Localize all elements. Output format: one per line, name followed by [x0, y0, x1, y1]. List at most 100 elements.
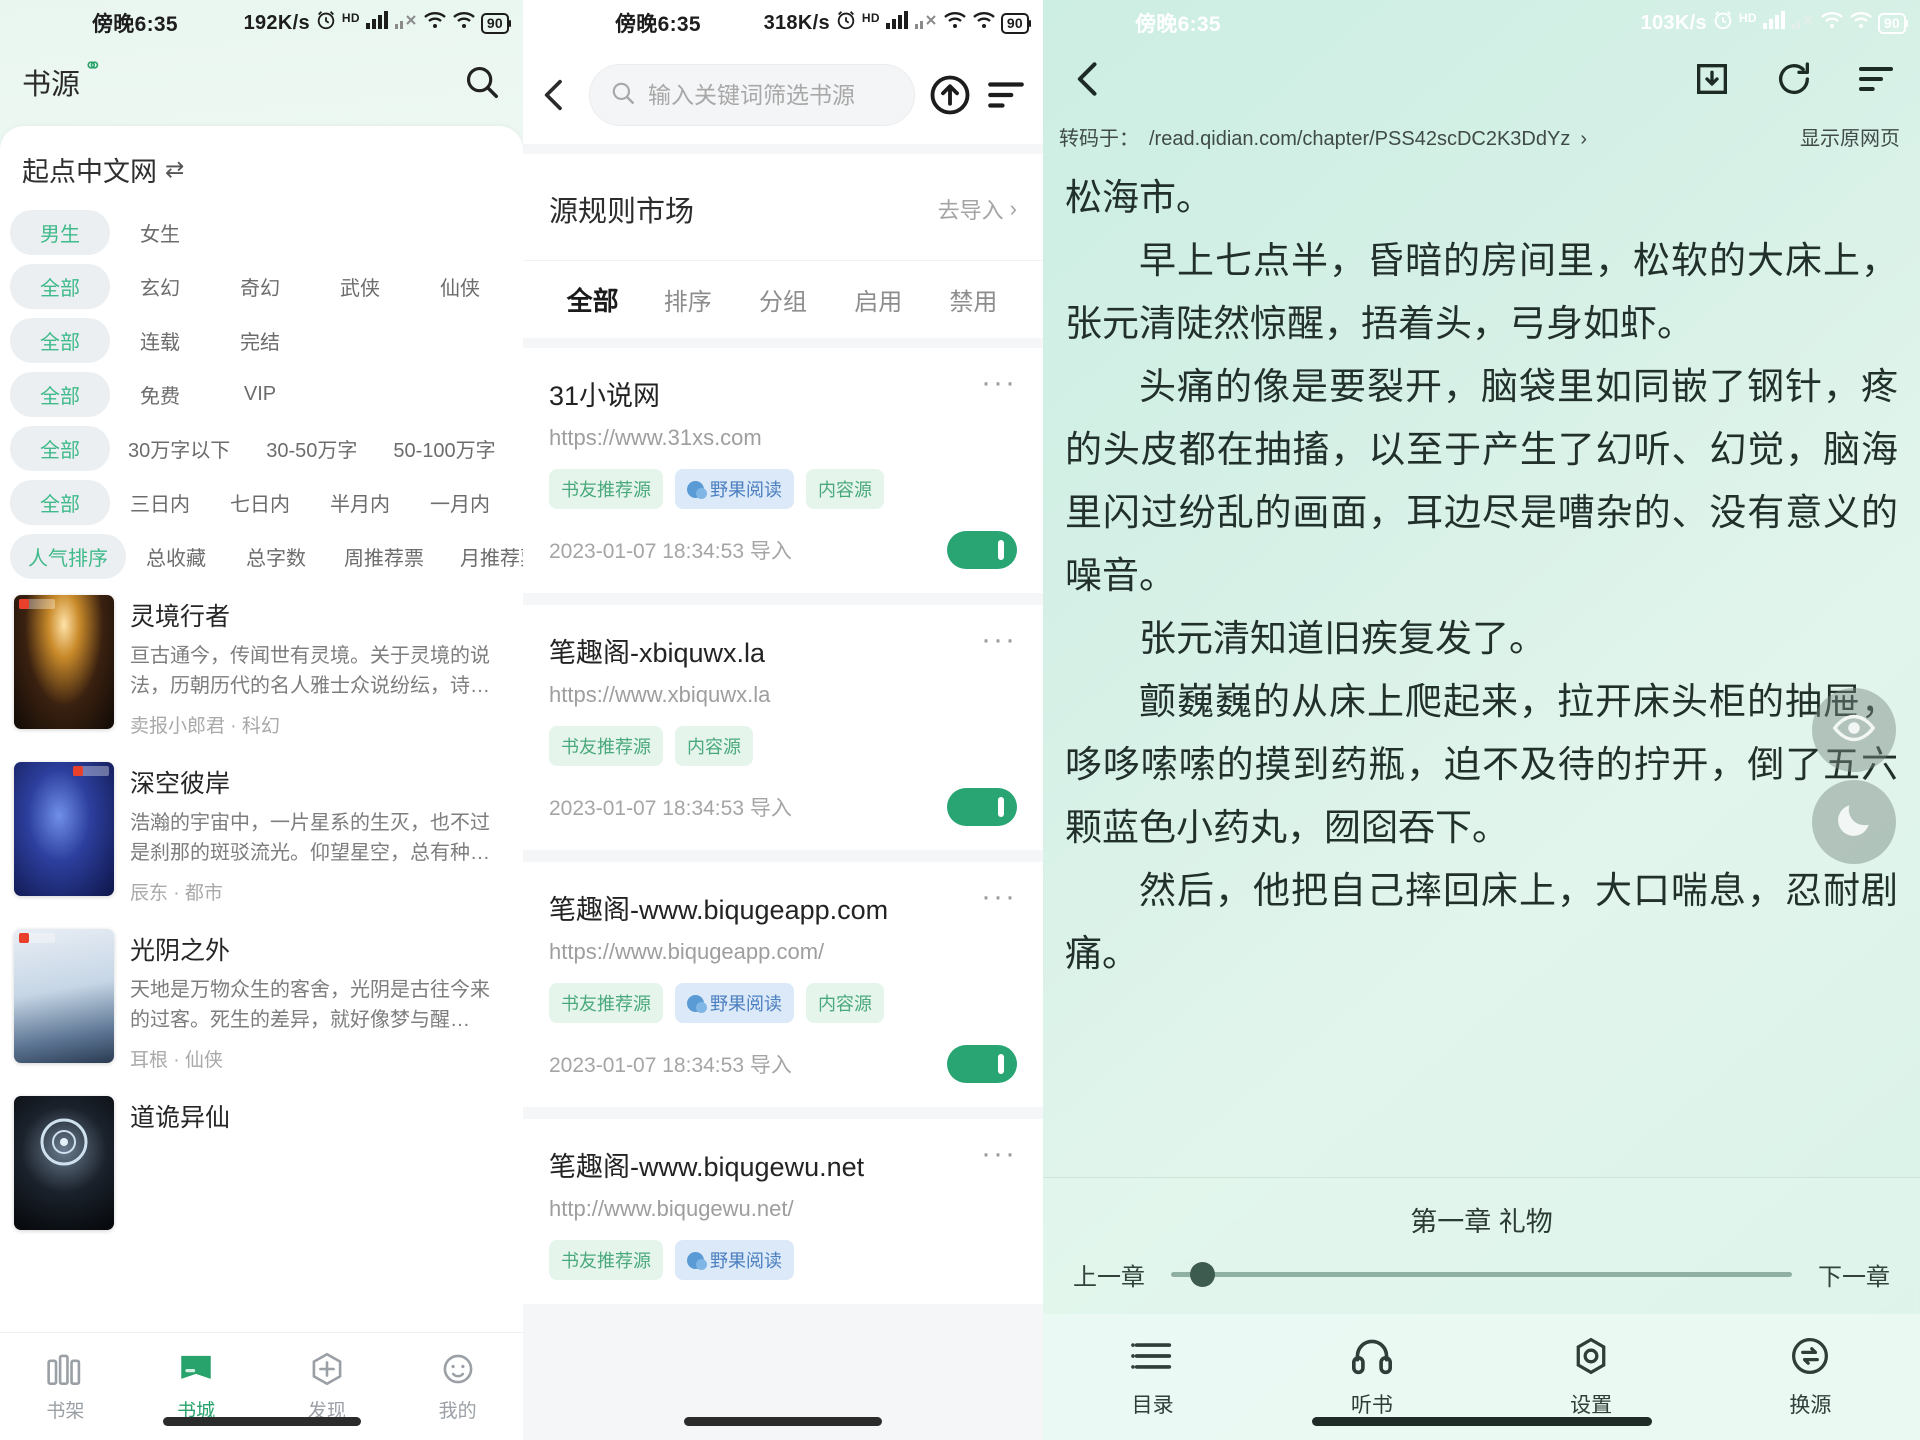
import-date: 2023-01-07 18:34:53 导入	[549, 1054, 792, 1077]
page-title: 书源 ⚭	[22, 53, 103, 101]
paragraph: 然后，他把自己摔回床上，大口喘息，忍耐剧痛。	[1065, 871, 1898, 975]
tab-group[interactable]: 分组	[735, 282, 830, 317]
list-item[interactable]: 道诡异仙	[0, 1084, 523, 1242]
book-category: 仙侠	[184, 1050, 223, 1071]
tab-enabled[interactable]: 启用	[831, 282, 926, 317]
filter-chip[interactable]: 女生	[110, 210, 210, 255]
list-item[interactable]: 笔趣阁-www.biqugeapp.com ··· https://www.bi…	[523, 862, 1043, 1107]
current-source-selector[interactable]: 起点中文网 ⇄	[0, 126, 523, 205]
download-icon[interactable]	[1692, 59, 1732, 104]
filter-chip[interactable]: 总字数	[226, 534, 326, 579]
book-meta: 辰东 · 都市	[130, 883, 223, 904]
search-toolbar	[523, 46, 1043, 144]
filter-chip[interactable]: 玄幻	[110, 264, 210, 309]
sort-menu-icon[interactable]	[985, 74, 1027, 116]
book-meta: 耳根 · 仙侠	[130, 1050, 223, 1071]
alarm-icon	[835, 9, 857, 37]
prev-chapter-button[interactable]: 上一章	[1073, 1257, 1145, 1292]
paragraph: 头痛的像是要裂开，脑袋里如同嵌了钢针，疼的头皮都在抽搐，以至于产生了幻听、幻觉，…	[1065, 367, 1898, 597]
list-item[interactable]: 灵境行者 亘古通今，传闻世有灵境。关于灵境的说法，历朝历代的名人雅士众说纷纭，诗…	[0, 583, 523, 750]
list-item[interactable]: 笔趣阁-xbiquwx.la ··· https://www.xbiquwx.l…	[523, 605, 1043, 850]
upload-circle-icon[interactable]	[929, 74, 971, 116]
enable-toggle[interactable]	[947, 1045, 1017, 1083]
filter-chip[interactable]: 50-100万字	[375, 426, 513, 471]
toc-button[interactable]: 目录	[1043, 1336, 1262, 1419]
list-item[interactable]: 31小说网 ··· https://www.31xs.com 书友推荐源 野果阅…	[523, 348, 1043, 593]
sort-menu-icon[interactable]	[1856, 59, 1896, 104]
hd-icon: HD	[861, 11, 880, 25]
more-dots-icon[interactable]: ···	[981, 882, 1017, 912]
sidebar-item-bookstore[interactable]: 书城	[131, 1351, 262, 1423]
search-icon	[610, 80, 636, 111]
slider-thumb[interactable]	[1189, 1262, 1215, 1287]
transcode-url: /read.qidian.com/chapter/PSS42scDC2K3DdY…	[1149, 128, 1571, 150]
tab-sort[interactable]: 排序	[640, 282, 735, 317]
filter-chip[interactable]: VIP	[210, 375, 310, 414]
go-import-button[interactable]: 去导入 ›	[938, 193, 1017, 225]
filter-chip[interactable]: 武侠	[310, 264, 410, 309]
swap-source-icon[interactable]: ⇄	[165, 156, 184, 183]
eye-protect-button[interactable]	[1812, 688, 1896, 772]
filter-chip[interactable]: 完结	[210, 318, 310, 363]
filter-chip-selected[interactable]: 全部	[10, 479, 110, 525]
filter-chip[interactable]: 100-200	[514, 429, 523, 468]
panel-book-source-browse: 傍晚6:35 192K/s HD 90 书源 ⚭ 起点中文网 ⇄ 男生 女生 全…	[0, 0, 523, 1440]
filter-chip[interactable]: 七日内	[210, 480, 310, 525]
filter-chip[interactable]: 一月内	[410, 480, 510, 525]
listen-button[interactable]: 听书	[1262, 1336, 1481, 1419]
filter-chip[interactable]: 三日内	[110, 480, 210, 525]
filter-chip[interactable]: 月推荐票	[442, 534, 523, 579]
home-indicator	[684, 1417, 882, 1426]
settings-button[interactable]: 设置	[1482, 1336, 1701, 1419]
filter-chip[interactable]: 半月内	[310, 480, 410, 525]
moon-icon	[1832, 798, 1876, 847]
book-title: 光阴之外	[130, 937, 231, 965]
list-item[interactable]: 笔趣阁-www.biqugewu.net ··· http://www.biqu…	[523, 1119, 1043, 1304]
book-author: 耳根	[130, 1050, 169, 1071]
chapter-progress-slider[interactable]	[1171, 1262, 1792, 1287]
filter-chip[interactable]: 仙侠	[410, 264, 510, 309]
tab-disabled[interactable]: 禁用	[926, 282, 1021, 317]
more-dots-icon[interactable]: ···	[981, 368, 1017, 398]
filter-chip-selected[interactable]: 全部	[10, 317, 110, 363]
filter-chip[interactable]: 奇幻	[210, 264, 310, 309]
search-field-wrapper[interactable]	[589, 64, 915, 126]
night-mode-button[interactable]	[1812, 780, 1896, 864]
sidebar-item-profile[interactable]: 我的	[392, 1351, 523, 1423]
filter-chip-selected[interactable]: 人气排序	[10, 533, 126, 579]
enable-toggle[interactable]	[947, 788, 1017, 826]
filter-chip[interactable]: 30-50万字	[248, 426, 375, 471]
wifi-secondary-icon	[972, 10, 996, 36]
status-time: 傍晚6:35	[92, 13, 178, 36]
sidebar-item-discover[interactable]: 发现	[262, 1351, 393, 1423]
filter-chip[interactable]: 总收藏	[126, 534, 226, 579]
source-url: https://www.xbiquwx.la	[549, 682, 771, 707]
next-chapter-button[interactable]: 下一章	[1818, 1257, 1890, 1292]
filter-chip-selected[interactable]: 全部	[10, 425, 110, 471]
more-dots-icon[interactable]: ···	[981, 1139, 1017, 1169]
sidebar-item-bookshelf[interactable]: 书架	[0, 1351, 131, 1423]
more-dots-icon[interactable]: ···	[981, 625, 1017, 655]
filter-chip[interactable]: 周推荐票	[326, 534, 442, 579]
filter-chip[interactable]: 连载	[110, 318, 210, 363]
tag-row: 书友推荐源 野果阅读 内容源	[549, 469, 1017, 509]
filter-chip-selected[interactable]: 全部	[10, 263, 110, 309]
filter-chip[interactable]: 免费	[110, 372, 210, 417]
search-icon[interactable]	[463, 63, 501, 101]
show-original-link[interactable]: 显示原网页	[1800, 122, 1900, 151]
filter-chip-selected[interactable]: 全部	[10, 371, 110, 417]
refresh-icon[interactable]	[1774, 59, 1814, 104]
enable-toggle[interactable]	[947, 531, 1017, 569]
search-input[interactable]	[648, 81, 894, 109]
list-item[interactable]: 深空彼岸 浩瀚的宇宙中，一片星系的生灭，也不过是刹那的斑驳流光。仰望星空，总有种…	[0, 750, 523, 917]
source-rule-market-banner[interactable]: 源规则市场 去导入 ›	[523, 154, 1043, 260]
list-item[interactable]: 光阴之外 天地是万物众生的客舍，光阴是古往今来的过客。死生的差异，就好像梦与醒……	[0, 917, 523, 1084]
filter-row-price: 全部 免费 VIP	[0, 367, 523, 421]
change-source-button[interactable]: 换源	[1701, 1336, 1920, 1419]
filter-chip-selected[interactable]: 男生	[10, 209, 110, 255]
back-chevron-icon[interactable]	[535, 75, 575, 115]
hd-icon: HD	[341, 11, 360, 25]
tab-all[interactable]: 全部	[545, 281, 640, 318]
filter-chip[interactable]: 30万字以下	[110, 426, 248, 471]
back-chevron-icon[interactable]	[1067, 57, 1111, 106]
